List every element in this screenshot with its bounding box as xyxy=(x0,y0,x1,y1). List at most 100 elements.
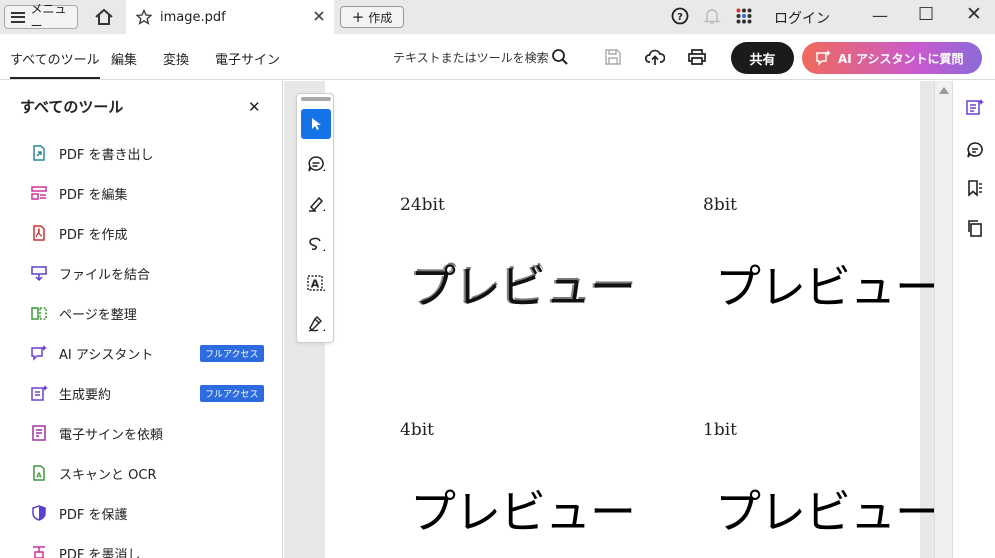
sidebar-item-request-signature[interactable]: 電子サインを依頼 xyxy=(30,421,270,445)
document-tab[interactable]: image.pdf xyxy=(126,0,334,34)
bell-icon[interactable] xyxy=(703,7,721,25)
sidebar-item-label: PDF を墨消し xyxy=(59,547,141,558)
freehand-draw-icon xyxy=(309,237,325,251)
cell-label-1bit: 1bit xyxy=(703,420,737,440)
close-tab-icon[interactable] xyxy=(312,9,326,23)
cell-label-8bit: 8bit xyxy=(703,195,737,215)
text-tool-button[interactable]: A xyxy=(301,269,331,299)
sidebar-item-protect-pdf[interactable]: PDF を保護 xyxy=(30,501,270,525)
plus-icon: + xyxy=(351,8,365,26)
cloud-upload-icon[interactable] xyxy=(645,48,665,66)
sidebar-item-ai-assistant[interactable]: AI アシスタント フルアクセス xyxy=(30,341,270,365)
tab-title: image.pdf xyxy=(160,9,226,25)
sidebar-item-generative-summary[interactable]: 生成要約 フルアクセス xyxy=(30,381,270,405)
cell-label-4bit: 4bit xyxy=(400,420,434,440)
panel-title: すべてのツール xyxy=(20,98,124,116)
scroll-up-arrow-icon[interactable] xyxy=(939,87,949,94)
search-icon[interactable] xyxy=(551,48,569,66)
text-box-icon: A xyxy=(307,275,325,291)
tab-esign[interactable]: 電子サイン xyxy=(215,49,280,68)
right-rail xyxy=(952,81,995,558)
organize-pages-icon xyxy=(30,304,48,322)
menu-label: メニュー xyxy=(30,2,67,33)
share-button[interactable]: 共有 xyxy=(731,42,794,74)
svg-text:?: ? xyxy=(677,12,683,23)
sidebar-item-create-pdf[interactable]: PDF を作成 xyxy=(30,221,270,245)
ai-sparkle-icon xyxy=(816,50,831,66)
tab-all-tools[interactable]: すべてのツール xyxy=(10,49,100,79)
sidebar-item-label: AI アシスタント xyxy=(59,347,154,363)
close-window-icon[interactable]: ✕ xyxy=(966,3,982,25)
help-icon[interactable]: ? xyxy=(671,7,689,25)
share-label: 共有 xyxy=(749,52,776,68)
preview-text-24bit: プレビュー xyxy=(410,260,636,314)
all-tools-panel: すべてのツール ✕ PDF を書き出し PDF を編集 PDF を作成 ファイル… xyxy=(0,81,283,558)
save-icon[interactable] xyxy=(604,48,622,66)
sidebar-item-label: PDF を作成 xyxy=(59,227,128,243)
sidebar-item-scan-ocr[interactable]: A スキャンと OCR xyxy=(30,461,270,485)
ai-assistant-button[interactable]: AI アシスタントに質問 xyxy=(802,42,982,74)
summary-icon xyxy=(30,384,48,402)
new-label: 作成 xyxy=(368,10,393,25)
comments-panel-icon[interactable] xyxy=(966,141,984,159)
tab-convert[interactable]: 変換 xyxy=(163,49,189,68)
print-icon[interactable] xyxy=(687,48,707,66)
ai-assistant-icon xyxy=(30,344,48,362)
pdf-page: 24bit プレビュー 8bit プレビュー 4bit プレビュー 1bit プ… xyxy=(325,81,941,558)
comment-icon xyxy=(308,156,325,172)
combine-files-icon xyxy=(30,264,48,282)
sidebar-item-redact-pdf[interactable]: PDF を墨消し xyxy=(30,541,270,558)
main-toolbar: すべてのツール 編集 変換 電子サイン テキストまたはツールを検索 共有 AI … xyxy=(0,34,995,80)
home-icon[interactable] xyxy=(94,8,114,26)
bookmark-icon[interactable] xyxy=(966,179,984,197)
sidebar-item-label: PDF を保護 xyxy=(59,507,128,523)
sidebar-item-label: ファイルを結合 xyxy=(59,267,151,283)
preview-text-1bit: プレビュー xyxy=(715,485,941,539)
acrobat-window: メニュー image.pdf + 作成 ? ログイン — ☐ ✕ すべてのツール… xyxy=(0,0,995,558)
login-link[interactable]: ログイン xyxy=(774,8,830,28)
redact-pdf-icon xyxy=(30,544,48,558)
sidebar-item-export-pdf[interactable]: PDF を書き出し xyxy=(30,141,270,165)
star-icon[interactable] xyxy=(136,9,152,25)
sidebar-item-combine-files[interactable]: ファイルを結合 xyxy=(30,261,270,285)
menu-button[interactable]: メニュー xyxy=(4,2,78,33)
pages-thumbnails-icon[interactable] xyxy=(966,219,984,237)
svg-text:A: A xyxy=(311,278,320,291)
create-pdf-icon xyxy=(30,224,48,242)
full-access-badge: フルアクセス xyxy=(200,385,264,402)
pen-sign-icon xyxy=(308,316,325,332)
comment-tool-button[interactable] xyxy=(301,149,331,179)
sidebar-item-edit-pdf[interactable]: PDF を編集 xyxy=(30,181,270,205)
cell-label-24bit: 24bit xyxy=(400,195,445,215)
minimize-icon[interactable]: — xyxy=(872,6,888,25)
close-panel-icon[interactable]: ✕ xyxy=(248,98,261,116)
tab-edit[interactable]: 編集 xyxy=(111,49,137,68)
sidebar-item-label: ページを整理 xyxy=(59,307,137,323)
sign-tool-button[interactable] xyxy=(301,309,331,339)
title-bar: メニュー image.pdf + 作成 ? ログイン — ☐ ✕ xyxy=(0,0,995,34)
highlight-tool-button[interactable] xyxy=(301,189,331,219)
draw-tool-button[interactable] xyxy=(301,229,331,259)
sidebar-item-organize-pages[interactable]: ページを整理 xyxy=(30,301,270,325)
new-tab-button[interactable]: + 作成 xyxy=(340,6,404,28)
svg-text:A: A xyxy=(36,472,42,480)
hamburger-icon xyxy=(11,11,25,23)
protect-pdf-icon xyxy=(30,504,48,522)
highlighter-icon xyxy=(309,196,325,212)
drag-handle[interactable] xyxy=(301,97,331,101)
select-tool-button[interactable] xyxy=(301,109,331,139)
sidebar-item-label: PDF を編集 xyxy=(59,187,128,203)
tool-search[interactable]: テキストまたはツールを検索 xyxy=(393,49,549,66)
full-access-badge: フルアクセス xyxy=(200,345,264,362)
sidebar-item-label: 電子サインを依頼 xyxy=(59,427,164,443)
ai-assistant-label: AI アシスタントに質問 xyxy=(838,51,964,66)
vertical-scrollbar[interactable] xyxy=(934,81,952,558)
preview-text-4bit: プレビュー xyxy=(410,485,636,539)
preview-text-8bit: プレビュー xyxy=(715,260,941,314)
scan-ocr-icon: A xyxy=(30,464,48,482)
apps-grid-icon[interactable] xyxy=(735,7,753,25)
maximize-icon[interactable]: ☐ xyxy=(918,4,934,25)
ai-summary-icon[interactable] xyxy=(966,98,984,116)
quick-tools-bar: A xyxy=(296,93,334,343)
sidebar-item-label: PDF を書き出し xyxy=(59,147,154,163)
